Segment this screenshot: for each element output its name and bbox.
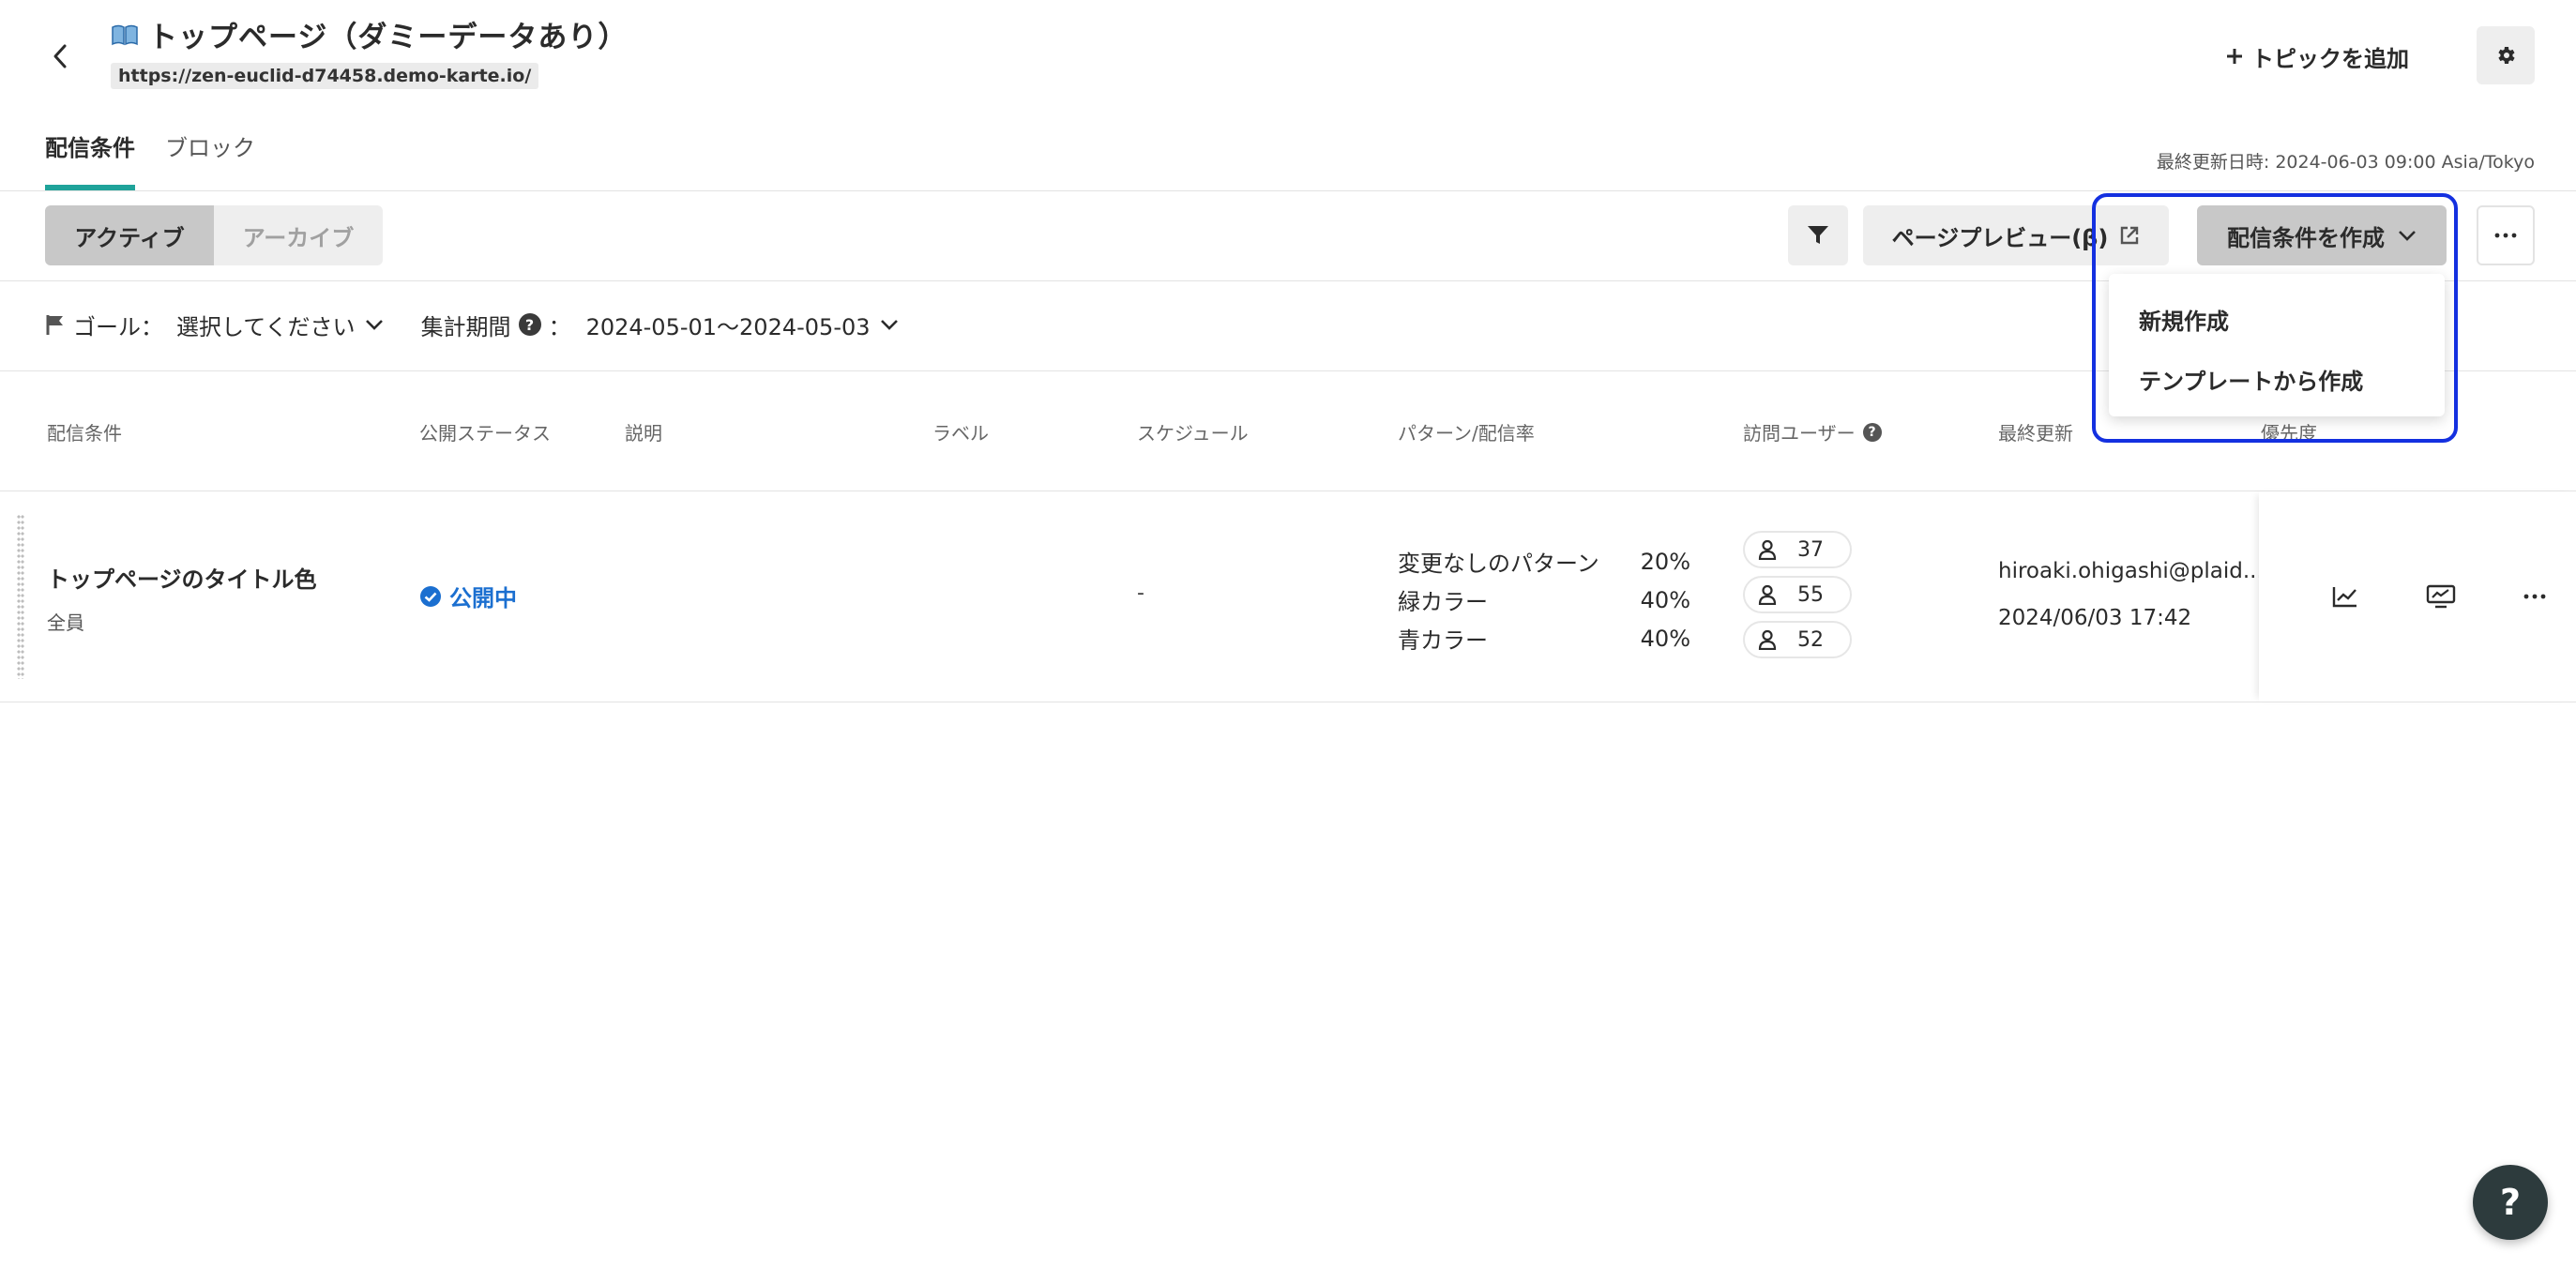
status-segmented-control: アクティブ アーカイブ xyxy=(45,205,383,265)
column-header-priority: 優先度 xyxy=(2261,422,2317,445)
period-label-group: 集計期間 ? ： xyxy=(421,309,571,341)
period-value: 2024-05-01〜2024-05-03 xyxy=(585,313,871,340)
visitor-count: 52 xyxy=(1743,621,1852,658)
updated-by: hiroaki.ohigashi@plaid.... xyxy=(1998,559,2271,583)
pattern-row: 緑カラー 40% xyxy=(1398,581,1690,619)
last-updated: 最終更新日時: 2024-06-03 09:00 Asia/Tokyo xyxy=(2156,152,2535,173)
period-select[interactable]: 2024-05-01〜2024-05-03 xyxy=(586,309,899,341)
pattern-name: 緑カラー xyxy=(1398,589,1488,615)
pattern-rate: 40% xyxy=(1640,625,1690,652)
visitor-count: 37 xyxy=(1743,531,1852,568)
pattern-rate: 40% xyxy=(1640,586,1690,613)
preview-button[interactable] xyxy=(2418,574,2463,619)
column-header-label: ラベル xyxy=(932,422,989,445)
column-header-visitors: 訪問ユーザー xyxy=(1743,422,1856,445)
row-actions xyxy=(2259,491,2576,702)
create-condition-button[interactable]: 配信条件を作成 xyxy=(2197,205,2447,265)
chevron-down-icon xyxy=(2399,231,2416,241)
back-button[interactable] xyxy=(41,38,79,75)
help-icon[interactable]: ? xyxy=(518,313,541,336)
column-header-status: 公開ステータス xyxy=(419,422,551,445)
chevron-down-icon xyxy=(365,320,383,330)
user-icon xyxy=(1758,629,1777,650)
book-icon xyxy=(112,24,138,45)
line-chart-icon xyxy=(2332,587,2356,608)
visitor-count: 55 xyxy=(1743,576,1852,613)
menu-item-from-template[interactable]: テンプレートから作成 xyxy=(2109,349,2445,409)
menu-item-new[interactable]: 新規作成 xyxy=(2109,289,2445,349)
check-circle-icon xyxy=(420,585,441,607)
gear-icon xyxy=(2498,47,2515,64)
condition-name[interactable]: トップページのタイトル色 xyxy=(47,561,317,594)
page-preview-label: ページプレビュー(β) xyxy=(1891,224,2109,251)
page-title: トップページ（ダミーデータあり） xyxy=(148,21,629,54)
drag-handle[interactable] xyxy=(17,514,24,679)
visitor-count-value: 55 xyxy=(1797,582,1824,607)
goal-label: ゴール： xyxy=(73,313,163,340)
user-icon xyxy=(1758,584,1777,605)
filter-row: ゴール： 選択してください 集計期間 ? ： 2024-05-01〜2024-0… xyxy=(45,308,899,341)
status-badge: 公開中 xyxy=(419,580,517,612)
visitor-list: 37 55 52 xyxy=(1743,531,1852,666)
chevron-down-icon xyxy=(880,320,898,330)
column-header-pattern-rate: パターン/配信率 xyxy=(1398,422,1535,445)
column-header-condition: 配信条件 xyxy=(47,422,122,445)
pattern-list: 変更なしのパターン 20% 緑カラー 40% 青カラー 40% xyxy=(1398,542,1690,657)
help-button[interactable]: ? xyxy=(2473,1165,2548,1240)
visitor-count-value: 52 xyxy=(1797,627,1824,652)
period-label: 集計期間 xyxy=(420,313,511,340)
divider xyxy=(0,190,2576,191)
external-link-icon xyxy=(2121,226,2139,245)
row-more-button[interactable] xyxy=(2512,574,2557,619)
goal-value: 選択してください xyxy=(176,313,356,340)
column-header-description: 説明 xyxy=(625,422,662,445)
pattern-name: 青カラー xyxy=(1398,627,1488,654)
report-button[interactable] xyxy=(2323,574,2368,619)
schedule-value: - xyxy=(1137,581,1144,605)
updated-at: 2024/06/03 17:42 xyxy=(1998,606,2192,630)
more-horizontal-icon xyxy=(2523,594,2546,599)
pattern-row: 変更なしのパターン 20% xyxy=(1398,542,1690,581)
settings-button[interactable] xyxy=(2477,26,2535,84)
plus-icon xyxy=(2227,49,2242,64)
tab-blocks[interactable]: ブロック xyxy=(165,129,255,190)
period-separator: ： xyxy=(548,313,571,340)
user-icon xyxy=(1758,539,1777,560)
segment-active[interactable]: アクティブ xyxy=(45,205,214,265)
goal-select[interactable]: 選択してください xyxy=(176,309,384,341)
pattern-row: 青カラー 40% xyxy=(1398,619,1690,657)
toolbar-more-button[interactable] xyxy=(2477,205,2535,265)
flag-icon xyxy=(46,315,63,335)
help-icon[interactable]: ? xyxy=(1862,422,1882,442)
segment-archive[interactable]: アーカイブ xyxy=(214,205,383,265)
filter-icon xyxy=(1808,226,1828,244)
column-header-schedule: スケジュール xyxy=(1137,422,1249,445)
page-preview-button[interactable]: ページプレビュー(β) xyxy=(1863,205,2169,265)
column-header-visitors-group: 訪問ユーザー ? xyxy=(1743,418,1882,445)
page-url: https://zen-euclid-d74458.demo-karte.io/ xyxy=(111,63,539,89)
pattern-name: 変更なしのパターン xyxy=(1398,551,1599,577)
more-horizontal-icon xyxy=(2494,233,2517,238)
monitor-chart-icon xyxy=(2426,584,2456,609)
add-topic-button[interactable]: トピックを追加 xyxy=(2225,38,2409,75)
column-header-last-updated: 最終更新 xyxy=(1998,422,2073,445)
page-header: トップページ（ダミーデータあり） https://zen-euclid-d744… xyxy=(111,13,628,89)
tab-delivery-conditions[interactable]: 配信条件 xyxy=(45,129,135,190)
visitor-count-value: 37 xyxy=(1797,537,1824,562)
chevron-left-icon xyxy=(53,44,67,68)
filter-button[interactable] xyxy=(1788,205,1848,265)
create-condition-label: 配信条件を作成 xyxy=(2227,224,2385,251)
pattern-rate: 20% xyxy=(1640,548,1690,575)
tab-bar: 配信条件 ブロック xyxy=(45,129,255,190)
create-condition-menu: 新規作成 テンプレートから作成 xyxy=(2109,274,2445,416)
status-label: 公開中 xyxy=(449,585,517,611)
condition-target: 全員 xyxy=(47,611,84,634)
add-topic-label: トピックを追加 xyxy=(2251,45,2409,72)
